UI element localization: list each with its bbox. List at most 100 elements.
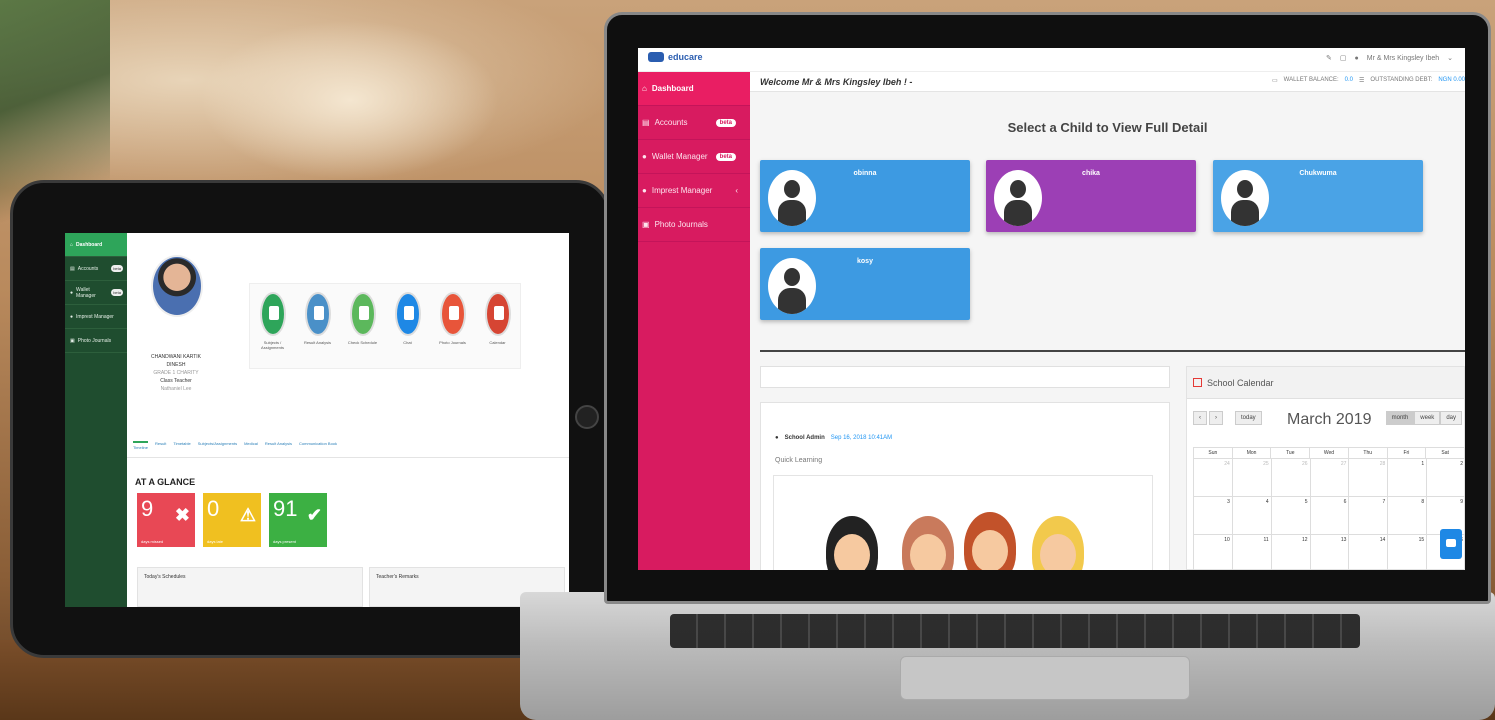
glance-title: AT A GLANCE (135, 477, 196, 487)
sidebar-item-label: Wallet Manager (76, 286, 96, 299)
tablet-sidebar: ⌂ Dashboard ▤ Accounts beta ● Wallet Man… (65, 233, 127, 607)
child-card-chukwuma[interactable]: Chukwuma (1213, 160, 1423, 232)
tab-result-analysis[interactable]: Result Analysis (265, 441, 292, 450)
tablet-sidebar-item-dashboard[interactable]: ⌂ Dashboard (65, 233, 127, 257)
calendar-weekdays: Sun Mon Tue Wed Thu Fri Sat (1193, 447, 1465, 459)
calendar-day[interactable]: 4 (1232, 497, 1272, 535)
calendar-views: month week day (1385, 411, 1462, 425)
quick-link-photo-journals[interactable]: Photo Journals (433, 292, 473, 368)
weekday-label: Mon (1233, 448, 1272, 458)
check-icon: ✔ (306, 505, 322, 525)
user-menu[interactable]: ✎ ▢ ● Mr & Mrs Kingsley Ibeh ⌄ (1326, 54, 1453, 63)
divider (760, 350, 1465, 352)
child-card-obinna[interactable]: obinna (760, 160, 970, 232)
calendar-week: 3 4 5 6 7 8 9 (1193, 497, 1465, 535)
next-month-button[interactable]: › (1209, 411, 1223, 425)
sidebar-item-accounts[interactable]: ▤ Accounts beta (638, 106, 750, 140)
child-name: Chukwuma (1299, 170, 1337, 177)
view-week-button[interactable]: week (1414, 411, 1441, 425)
sidebar: ⌂ Dashboard ▤ Accounts beta ● Wallet Man… (638, 72, 762, 570)
beta-badge: beta (715, 118, 736, 127)
post-author[interactable]: School Admin (785, 435, 825, 441)
keyboard (670, 614, 1360, 648)
tablet-sidebar-item-photo-journals[interactable]: ▣ Photo Journals (65, 329, 127, 353)
quick-links: Subjects / Assignments Result Analysis C… (249, 283, 521, 369)
school-calendar: School Calendar ‹ › today March 2019 mon… (1186, 366, 1465, 570)
edit-icon[interactable]: ✎ (1326, 54, 1332, 62)
view-day-button[interactable]: day (1440, 411, 1462, 425)
calendar-day[interactable]: 27 (1310, 459, 1350, 497)
child-name: chika (1082, 170, 1100, 177)
calendar-day[interactable]: 7 (1349, 497, 1389, 535)
view-month-button[interactable]: month (1385, 411, 1415, 425)
wallet-label: WALLET BALANCE: (1283, 77, 1339, 83)
quick-link-chat[interactable]: Chat (388, 292, 428, 368)
tab-subjects[interactable]: Subjects/Assignments (198, 441, 237, 450)
logo[interactable]: educare (648, 52, 703, 62)
tablet-sidebar-item-wallet[interactable]: ● Wallet Manager beta (65, 281, 127, 305)
tab-result[interactable]: Result (155, 441, 166, 450)
feed-post: ● School Admin Sep 16, 2018 10:41AM Quic… (760, 402, 1170, 570)
quick-link-result-analysis[interactable]: Result Analysis (298, 292, 338, 368)
prev-month-button[interactable]: ‹ (1193, 411, 1207, 425)
calendar-day[interactable]: 26 (1271, 459, 1311, 497)
quick-link-label: Result Analysis (303, 340, 332, 345)
calendar-day[interactable]: 11 (1233, 535, 1272, 570)
avatar (994, 170, 1042, 226)
sidebar-item-dashboard[interactable]: ⌂ Dashboard (638, 72, 762, 106)
calendar-day[interactable]: 25 (1232, 459, 1272, 497)
quick-link-schedule[interactable]: Check Schedule (343, 292, 383, 368)
kid-illustration (826, 516, 878, 570)
child-name: kosy (857, 258, 873, 265)
photo-icon (439, 292, 466, 336)
tab-medical[interactable]: Medical (244, 441, 258, 450)
post-image[interactable] (773, 475, 1153, 570)
quick-link-label: Subjects / Assignments (261, 340, 284, 350)
calendar-day[interactable]: 5 (1271, 497, 1311, 535)
calendar-header: School Calendar (1187, 367, 1464, 399)
cross-icon: ✖ (174, 505, 190, 525)
tab-timetable[interactable]: Timetable (173, 441, 190, 450)
calendar-day[interactable]: 6 (1310, 497, 1350, 535)
tablet-sidebar-item-imprest[interactable]: ● Imprest Manager (65, 305, 127, 329)
calendar-day[interactable]: 24 (1194, 459, 1233, 497)
tablet-home-button[interactable] (575, 405, 599, 429)
calendar-day[interactable]: 2 (1427, 459, 1465, 497)
imprest-icon: ● (642, 186, 647, 195)
calendar-day[interactable]: 3 (1194, 497, 1233, 535)
sidebar-item-label: Accounts (654, 118, 688, 127)
sidebar-item-label: Accounts (77, 265, 99, 272)
quick-link-label: Calendar (489, 340, 506, 345)
sidebar-item-wallet-manager[interactable]: ● Wallet Manager beta (638, 140, 750, 174)
student-profile: CHANDWANI KARTIK DINESH GRADE 1 CHARITY … (131, 353, 221, 393)
calendar-day[interactable]: 8 (1388, 497, 1428, 535)
sidebar-item-imprest-manager[interactable]: ● Imprest Manager ‹ (638, 174, 750, 208)
quick-link-calendar[interactable]: Calendar (478, 292, 518, 368)
calendar-day[interactable]: 14 (1349, 535, 1389, 570)
today-button[interactable]: today (1235, 411, 1262, 425)
chat-button[interactable] (1440, 529, 1462, 559)
home-icon: ⌂ (642, 84, 647, 93)
feed-toolbar[interactable] (760, 366, 1170, 388)
sidebar-item-photo-journals[interactable]: ▣ Photo Journals (638, 208, 750, 242)
calendar-day[interactable]: 13 (1311, 535, 1350, 570)
stat-days-missed: 9 ✖ days missed (137, 493, 195, 547)
teacher-name: Nathaniel Lee (160, 386, 192, 392)
quick-link-subjects[interactable]: Subjects / Assignments (253, 292, 293, 368)
weekday-label: Tue (1271, 448, 1311, 458)
tab-communication-book[interactable]: Communication Book (299, 441, 337, 450)
tab-timeline[interactable]: Timeline (133, 441, 148, 450)
notification-icon[interactable]: ▢ (1340, 54, 1347, 62)
laptop-base (520, 592, 1495, 720)
calendar-day[interactable]: 28 (1349, 459, 1389, 497)
calendar-day[interactable]: 15 (1388, 535, 1428, 570)
avatar (768, 170, 816, 226)
child-card-kosy[interactable]: kosy (760, 248, 970, 320)
divider (127, 457, 569, 458)
calendar-day[interactable]: 1 (1388, 459, 1428, 497)
calendar-day[interactable]: 10 (1194, 535, 1233, 570)
calendar-day[interactable]: 12 (1272, 535, 1311, 570)
tablet-sidebar-item-accounts[interactable]: ▤ Accounts beta (65, 257, 127, 281)
child-card-chika[interactable]: chika (986, 160, 1196, 232)
author-icon: ● (775, 435, 779, 441)
